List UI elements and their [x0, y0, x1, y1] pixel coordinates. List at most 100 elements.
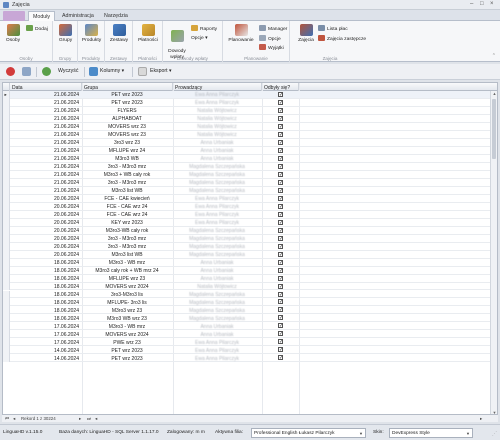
table-row[interactable]: 20.06.2024 M3ro3 list WB Magdalena Szczepa… — [3, 250, 490, 259]
cell-done-checkbox[interactable]: ✓ — [278, 219, 283, 225]
column-header-odbyly[interactable]: Odbyły się? — [262, 83, 299, 91]
minimize-icon[interactable]: – — [470, 1, 473, 7]
row-indicator[interactable] — [3, 138, 10, 147]
cell-done-checkbox[interactable]: ✓ — [278, 259, 283, 265]
cell-done-checkbox[interactable]: ✓ — [278, 243, 283, 249]
collapse-ribbon-icon[interactable]: ⌃ — [492, 53, 496, 59]
table-row[interactable]: 20.06.2024 3ro3 - M3ro3 mrz Magdalena Szcz… — [3, 234, 490, 243]
table-row[interactable]: 21.06.2024 MOVERS wrz 23 Natalia Wójtowicz… — [3, 122, 490, 131]
skin-select[interactable]: DevExpress Style ▼ — [389, 428, 473, 438]
row-indicator[interactable] — [3, 146, 10, 155]
column-header-data[interactable]: Data — [10, 83, 82, 91]
platnosci-button[interactable]: Płatności — [135, 24, 161, 43]
row-indicator[interactable] — [3, 226, 10, 235]
refresh-icon[interactable] — [42, 67, 51, 76]
row-indicator[interactable] — [3, 250, 10, 259]
planowanie-button[interactable]: Planowanie — [226, 24, 256, 43]
tab-narzedzia[interactable]: Narzędzia — [100, 11, 132, 21]
row-indicator[interactable] — [3, 114, 10, 123]
eksport-button[interactable]: Eksport ▾ — [150, 68, 172, 74]
cell-done-checkbox[interactable]: ✓ — [278, 131, 283, 137]
cell-done-checkbox[interactable]: ✓ — [278, 179, 283, 185]
table-row[interactable]: 18.06.2024 M3ro3 WB wrz 23 Magdalena Szcze… — [3, 314, 490, 323]
row-indicator[interactable] — [3, 162, 10, 171]
row-indicator[interactable] — [3, 154, 10, 163]
table-row[interactable]: ▸ 21.06.2024 PET wrz 2023 Ewa Anna Pilarczy… — [3, 91, 490, 99]
row-indicator[interactable] — [3, 306, 10, 315]
row-indicator[interactable] — [3, 298, 10, 307]
table-row[interactable]: 21.06.2024 FLYERS Natalia Wójtowicz ✓ — [3, 106, 490, 115]
table-row[interactable]: 20.06.2024 M3ro3-WB cały rok Magdalena Szc… — [3, 226, 490, 235]
table-row[interactable]: 21.06.2024 M3ro3 + WB cały rok Magdalena S… — [3, 170, 490, 179]
table-row[interactable]: 17.06.2024 M3ro3 - WB mrz Anna Urbaniak ✓ — [3, 322, 490, 331]
table-row[interactable]: 18.06.2024 MFLUPE wrz 23 Anna Urbaniak ✓ — [3, 274, 490, 283]
cell-done-checkbox[interactable]: ✓ — [278, 355, 283, 361]
cell-done-checkbox[interactable]: ✓ — [278, 115, 283, 121]
close-record-icon[interactable] — [6, 67, 15, 76]
cell-done-checkbox[interactable]: ✓ — [278, 147, 283, 153]
row-indicator[interactable] — [3, 282, 10, 291]
wyczysc-button[interactable]: Wyczyść — [58, 68, 78, 74]
cell-done-checkbox[interactable]: ✓ — [278, 315, 283, 321]
cell-done-checkbox[interactable]: ✓ — [278, 92, 283, 98]
next-record-icon[interactable]: ▸ — [79, 416, 81, 422]
dodaj-button[interactable]: Dodaj — [26, 25, 48, 32]
cell-done-checkbox[interactable]: ✓ — [278, 331, 283, 337]
zajecia-button[interactable]: Zajęcia — [295, 24, 317, 43]
table-row[interactable]: 21.06.2024 MOVERS wrz 23 Natalia Wójtowicz… — [3, 130, 490, 139]
manager-button[interactable]: Manager — [259, 25, 287, 32]
scrollbar-thumb[interactable] — [492, 99, 496, 159]
row-indicator[interactable] — [3, 258, 10, 267]
row-indicator[interactable] — [3, 170, 10, 179]
table-row[interactable]: 14.06.2024 PET wrz 2023 Ewa Anna Pilarczyk… — [3, 346, 490, 355]
table-row[interactable]: 18.06.2024 MOVERS wrz 2024 Natalia Wójtowi… — [3, 282, 490, 291]
cell-done-checkbox[interactable]: ✓ — [278, 155, 283, 161]
row-indicator[interactable] — [3, 354, 10, 363]
table-row[interactable]: 21.06.2024 M3ro3 list WB Magdalena Szczepa… — [3, 186, 490, 195]
row-indicator[interactable] — [3, 218, 10, 227]
row-indicator[interactable] — [3, 130, 10, 139]
osoby-button[interactable]: Osoby — [3, 24, 23, 43]
column-header-prowadzacy[interactable]: Prowadzący — [173, 83, 262, 91]
kolumny-button[interactable]: Kolumny ▾ — [100, 68, 124, 74]
table-row[interactable]: 21.06.2024 M3ro3 WB Anna Urbaniak ✓ — [3, 154, 490, 163]
table-row[interactable]: 20.06.2024 FCE - CAE wrz 24 Ewa Anna Pilar… — [3, 210, 490, 219]
table-row[interactable]: 21.06.2024 ALPHABOAT Natalia Wójtowicz ✓ — [3, 114, 490, 123]
last-record-icon[interactable]: ⏭ — [87, 416, 91, 421]
row-indicator[interactable] — [3, 194, 10, 203]
table-row[interactable]: 17.06.2024 MOVERS wrz 2024 Anna Urbaniak ✓ — [3, 330, 490, 339]
lista-plac-button[interactable]: Lista płac — [318, 25, 348, 32]
column-header-grupa[interactable]: Grupa — [82, 83, 173, 91]
cell-done-checkbox[interactable]: ✓ — [278, 107, 283, 113]
cell-done-checkbox[interactable]: ✓ — [278, 307, 283, 313]
cell-done-checkbox[interactable]: ✓ — [278, 323, 283, 329]
tab-administracja[interactable]: Administracja — [58, 11, 98, 21]
produkty-button[interactable]: Produkty — [80, 24, 103, 43]
table-row[interactable]: 21.06.2024 PET wrz 2023 Ewa Anna Pilarczyk… — [3, 98, 490, 107]
scroll-left-icon[interactable]: ◂ — [95, 416, 97, 422]
wyjatki-button[interactable]: Wyjątki — [259, 44, 284, 51]
vertical-scrollbar[interactable]: ▲ ▼ — [490, 91, 497, 414]
cell-done-checkbox[interactable]: ✓ — [278, 227, 283, 233]
prev-record-icon[interactable]: ◂ — [13, 416, 15, 422]
table-row[interactable]: 20.06.2024 FCE - CAE wrz 24 Ewa Anna Pilar… — [3, 202, 490, 211]
filia-select[interactable]: Professional English Łukasz Pilarczyk ▼ — [251, 428, 366, 438]
cell-done-checkbox[interactable]: ✓ — [278, 195, 283, 201]
dowody-opcje-button[interactable]: Opcje ▾ — [191, 35, 208, 41]
cell-done-checkbox[interactable]: ✓ — [278, 123, 283, 129]
row-indicator[interactable] — [3, 210, 10, 219]
row-indicator[interactable] — [3, 106, 10, 115]
close-icon[interactable]: × — [490, 1, 494, 7]
cell-done-checkbox[interactable]: ✓ — [278, 275, 283, 281]
cell-done-checkbox[interactable]: ✓ — [278, 171, 283, 177]
row-indicator[interactable] — [3, 122, 10, 131]
cell-done-checkbox[interactable]: ✓ — [278, 203, 283, 209]
tab-file[interactable] — [3, 11, 25, 21]
cell-done-checkbox[interactable]: ✓ — [278, 235, 283, 241]
row-indicator[interactable] — [3, 314, 10, 323]
cell-done-checkbox[interactable]: ✓ — [278, 211, 283, 217]
first-record-icon[interactable]: ⏮ — [5, 416, 9, 421]
dowody-wplaty-button[interactable]: Dowody wpłaty — [165, 24, 189, 60]
table-row[interactable]: 18.06.2024 3ro3-M3ro3 lis Magdalena Szczep… — [3, 290, 490, 299]
table-row[interactable]: 18.06.2024 M3ro3 - WB mrz Anna Urbaniak ✓ — [3, 258, 490, 267]
